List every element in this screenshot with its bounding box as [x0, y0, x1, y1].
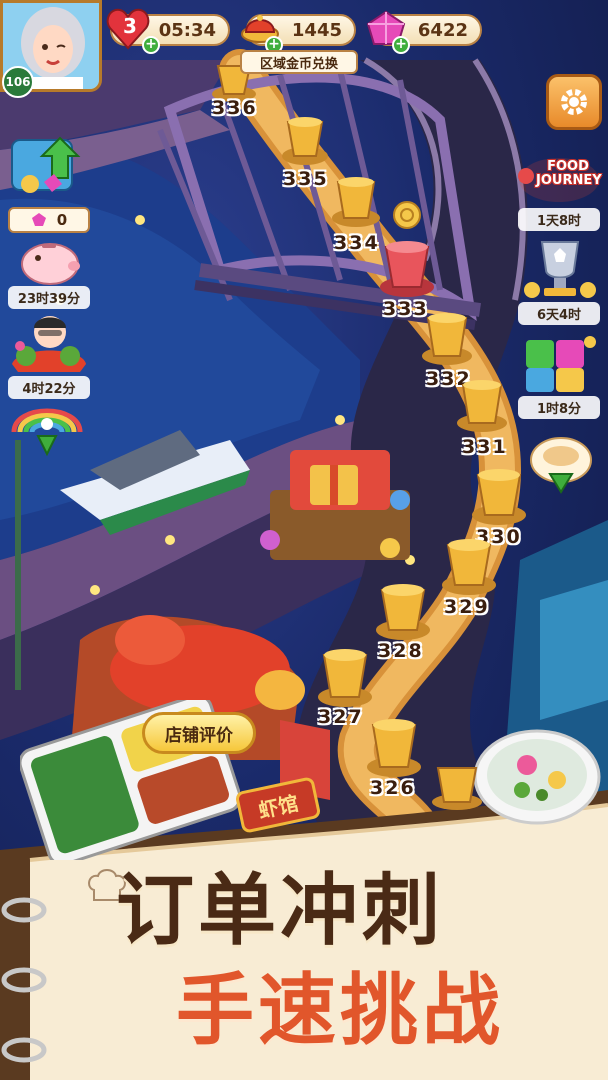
- level-node-327[interactable]: [316, 645, 374, 707]
- notebook-rings-icon: [1, 897, 47, 1063]
- level-node-328[interactable]: [374, 580, 432, 640]
- gems-count: 6422: [417, 19, 468, 41]
- add-gems-button[interactable]: +: [392, 36, 410, 54]
- chef-character-icon: [12, 316, 86, 372]
- level-node-335[interactable]: [280, 112, 330, 166]
- shop-review-button[interactable]: 店铺评价: [142, 712, 256, 754]
- settings-button[interactable]: [546, 74, 602, 130]
- dumpling-event-button[interactable]: [522, 430, 600, 494]
- level-number: 327: [318, 706, 364, 728]
- level-node-330[interactable]: [470, 465, 528, 525]
- level-node-329[interactable]: [440, 535, 498, 595]
- level-number: 336: [212, 97, 258, 119]
- puzzle-event-button[interactable]: [518, 332, 600, 396]
- shop-review-label: 店铺评价: [165, 725, 233, 746]
- level-node-334[interactable]: [330, 172, 382, 228]
- level-number: 328: [378, 640, 424, 662]
- lives-timer: 05:34: [158, 19, 216, 41]
- level-node-326[interactable]: [365, 715, 423, 777]
- food-journey-button[interactable]: FOOD JOURNEY: [516, 154, 602, 206]
- puzzle-icon: [526, 336, 596, 392]
- coins-count: 1445: [291, 19, 342, 41]
- trophy-timer: 6天4时: [518, 302, 600, 325]
- coin-icon: [393, 201, 421, 229]
- level-number: 329: [444, 596, 490, 618]
- trophy-icon: [524, 241, 596, 298]
- player-level-badge: 106: [2, 66, 34, 98]
- game-scene: 336 335 334 333 332 331 330 329 328 327 …: [0, 0, 608, 1080]
- promo-line-1: 订单冲刺: [116, 866, 445, 956]
- small-gem-icon: [31, 213, 46, 226]
- lives-count: 3: [123, 14, 137, 38]
- food-journey-title-1: FOOD: [547, 159, 589, 174]
- level-number: 334: [334, 232, 380, 254]
- rainbow-event-button[interactable]: [8, 398, 86, 460]
- dumpling-icon: [530, 437, 592, 494]
- piggy-bank-button[interactable]: [12, 236, 88, 288]
- gem-counter-pill[interactable]: 0: [8, 207, 90, 233]
- event-timer: 4时22分: [8, 376, 90, 399]
- promo-line-2: 手速挑战: [176, 966, 505, 1056]
- add-lives-button[interactable]: +: [142, 36, 160, 54]
- food-journey-timer: 1天8时: [518, 208, 600, 231]
- gear-icon: [561, 89, 587, 115]
- upgrade-arrow-icon: [11, 136, 81, 193]
- trophy-event-button[interactable]: [520, 236, 600, 302]
- level-node-331[interactable]: [455, 375, 509, 433]
- level-node-333-current[interactable]: [378, 235, 436, 299]
- level-number: 326: [370, 777, 416, 799]
- food-journey-title-2: JOURNEY: [536, 173, 602, 188]
- puzzle-timer: 1时8分: [518, 396, 600, 419]
- piggy-bank-icon: [21, 243, 80, 285]
- level-node-next[interactable]: [430, 760, 484, 810]
- level-number: 335: [283, 168, 329, 190]
- coin-exchange-button[interactable]: 区域金币兑换: [240, 50, 358, 74]
- salad-bowl-icon: [473, 729, 601, 825]
- piggy-bank-timer: 23时39分: [8, 286, 90, 309]
- rainbow-arrow-icon: [11, 408, 83, 457]
- level-number: 331: [462, 436, 508, 458]
- event-character-button[interactable]: [8, 310, 90, 374]
- upgrade-bonus-button[interactable]: [8, 134, 90, 200]
- level-node-332[interactable]: [420, 308, 474, 366]
